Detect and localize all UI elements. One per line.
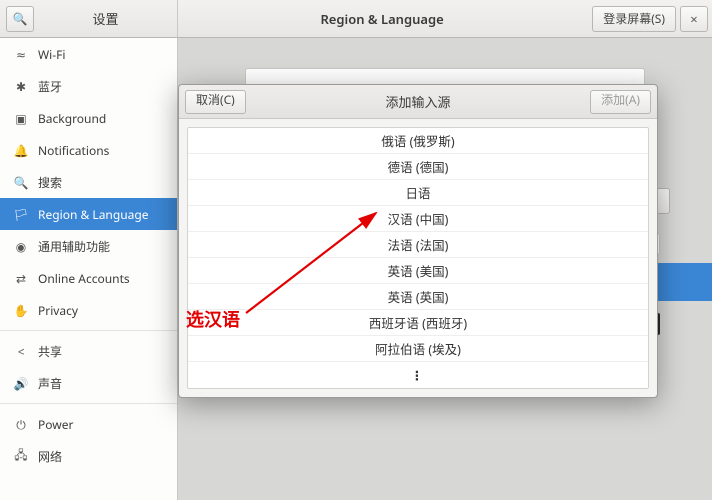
sidebar-item-label: 蓝牙 bbox=[38, 78, 62, 95]
app-header: 🔍 设置 Region & Language 登录屏幕(S) × bbox=[0, 0, 712, 38]
input-source-item[interactable]: 英语 (美国) bbox=[188, 258, 648, 284]
sidebar-item-wi-fi[interactable]: ≈ Wi-Fi bbox=[0, 38, 177, 70]
sidebar-icon: 🔔 bbox=[14, 142, 28, 159]
sidebar-icon: < bbox=[14, 343, 28, 360]
page-title: Region & Language bbox=[178, 0, 586, 37]
sidebar-icon: ⇄ bbox=[14, 270, 28, 287]
sidebar-item--[interactable]: ◉ 通用辅助功能 bbox=[0, 230, 177, 262]
sidebar-icon: ▣ bbox=[14, 110, 28, 127]
sidebar-item-label: Notifications bbox=[38, 142, 109, 159]
close-icon: × bbox=[690, 10, 697, 28]
sidebar-item-label: 网络 bbox=[38, 448, 62, 465]
sidebar-item-background[interactable]: ▣ Background bbox=[0, 102, 177, 134]
sidebar-icon: 🏳 bbox=[14, 206, 28, 223]
sidebar-separator bbox=[0, 330, 177, 331]
sidebar-item-label: Region & Language bbox=[38, 206, 149, 223]
input-source-item[interactable]: 西班牙语 (西班牙) bbox=[188, 310, 648, 336]
sidebar-item-label: Power bbox=[38, 416, 73, 433]
annotation-text: 选汉语 bbox=[186, 306, 240, 332]
add-button[interactable]: 添加(A) bbox=[590, 90, 651, 114]
sidebar-item-label: Background bbox=[38, 110, 106, 127]
sidebar-item-privacy[interactable]: ✋ Privacy bbox=[0, 294, 177, 326]
input-source-item[interactable]: 法语 (法国) bbox=[188, 232, 648, 258]
header-left: 🔍 设置 bbox=[0, 0, 178, 37]
input-source-item[interactable]: 阿拉伯语 (埃及) bbox=[188, 336, 648, 362]
sidebar-icon: ◉ bbox=[14, 238, 28, 255]
input-source-item[interactable]: 俄语 (俄罗斯) bbox=[188, 128, 648, 154]
add-input-source-dialog: 取消(C) 添加输入源 添加(A) 俄语 (俄罗斯)德语 (德国)日语汉语 (中… bbox=[178, 84, 658, 398]
sidebar-icon: ⏻ bbox=[14, 416, 28, 433]
sidebar-separator bbox=[0, 403, 177, 404]
sidebar-item-region-language[interactable]: 🏳 Region & Language bbox=[0, 198, 177, 230]
input-source-list: 俄语 (俄罗斯)德语 (德国)日语汉语 (中国)法语 (法国)英语 (美国)英语… bbox=[187, 127, 649, 389]
sidebar-item-online-accounts[interactable]: ⇄ Online Accounts bbox=[0, 262, 177, 294]
sidebar-item-label: 声音 bbox=[38, 375, 62, 392]
sidebar-icon: 🔍 bbox=[14, 174, 28, 191]
sidebar-item-power[interactable]: ⏻ Power bbox=[0, 408, 177, 440]
search-icon: 🔍 bbox=[13, 10, 28, 27]
sidebar-item-label: Wi-Fi bbox=[38, 46, 65, 63]
sidebar-item-notifications[interactable]: 🔔 Notifications bbox=[0, 134, 177, 166]
sidebar-icon: ≈ bbox=[14, 46, 28, 63]
more-sources-icon[interactable]: ⋮ bbox=[188, 362, 648, 388]
sidebar-item--[interactable]: 🖧 网络 bbox=[0, 440, 177, 472]
sidebar-icon: 🔊 bbox=[14, 375, 28, 392]
sidebar-item-label: 搜索 bbox=[38, 174, 62, 191]
input-source-item[interactable]: 汉语 (中国) bbox=[188, 206, 648, 232]
input-source-item[interactable]: 德语 (德国) bbox=[188, 154, 648, 180]
sidebar: ≈ Wi-Fi ✱ 蓝牙 ▣ Background 🔔 Notifications 🔍 搜索 🏳 Re… bbox=[0, 38, 178, 500]
cancel-button[interactable]: 取消(C) bbox=[185, 90, 246, 114]
sidebar-item-label: 共享 bbox=[38, 343, 62, 360]
input-source-item[interactable]: 日语 bbox=[188, 180, 648, 206]
sidebar-item-label: 通用辅助功能 bbox=[38, 238, 110, 255]
sidebar-icon: 🖧 bbox=[14, 446, 28, 467]
sidebar-item--[interactable]: ✱ 蓝牙 bbox=[0, 70, 177, 102]
sidebar-item--[interactable]: < 共享 bbox=[0, 335, 177, 367]
dialog-header: 取消(C) 添加输入源 添加(A) bbox=[179, 85, 657, 119]
sidebar-item--[interactable]: 🔍 搜索 bbox=[0, 166, 177, 198]
login-screen-button[interactable]: 登录屏幕(S) bbox=[592, 6, 676, 32]
sidebar-icon: ✱ bbox=[14, 78, 28, 95]
back-title: 设置 bbox=[34, 9, 177, 28]
close-button[interactable]: × bbox=[680, 6, 708, 32]
header-right: 登录屏幕(S) × bbox=[586, 0, 712, 37]
sidebar-item--[interactable]: 🔊 声音 bbox=[0, 367, 177, 399]
input-source-item[interactable]: 英语 (英国) bbox=[188, 284, 648, 310]
sidebar-item-label: Privacy bbox=[38, 302, 78, 319]
search-button[interactable]: 🔍 bbox=[6, 6, 34, 32]
sidebar-item-label: Online Accounts bbox=[38, 270, 130, 287]
dialog-title: 添加输入源 bbox=[246, 92, 590, 111]
sidebar-icon: ✋ bbox=[14, 302, 28, 319]
